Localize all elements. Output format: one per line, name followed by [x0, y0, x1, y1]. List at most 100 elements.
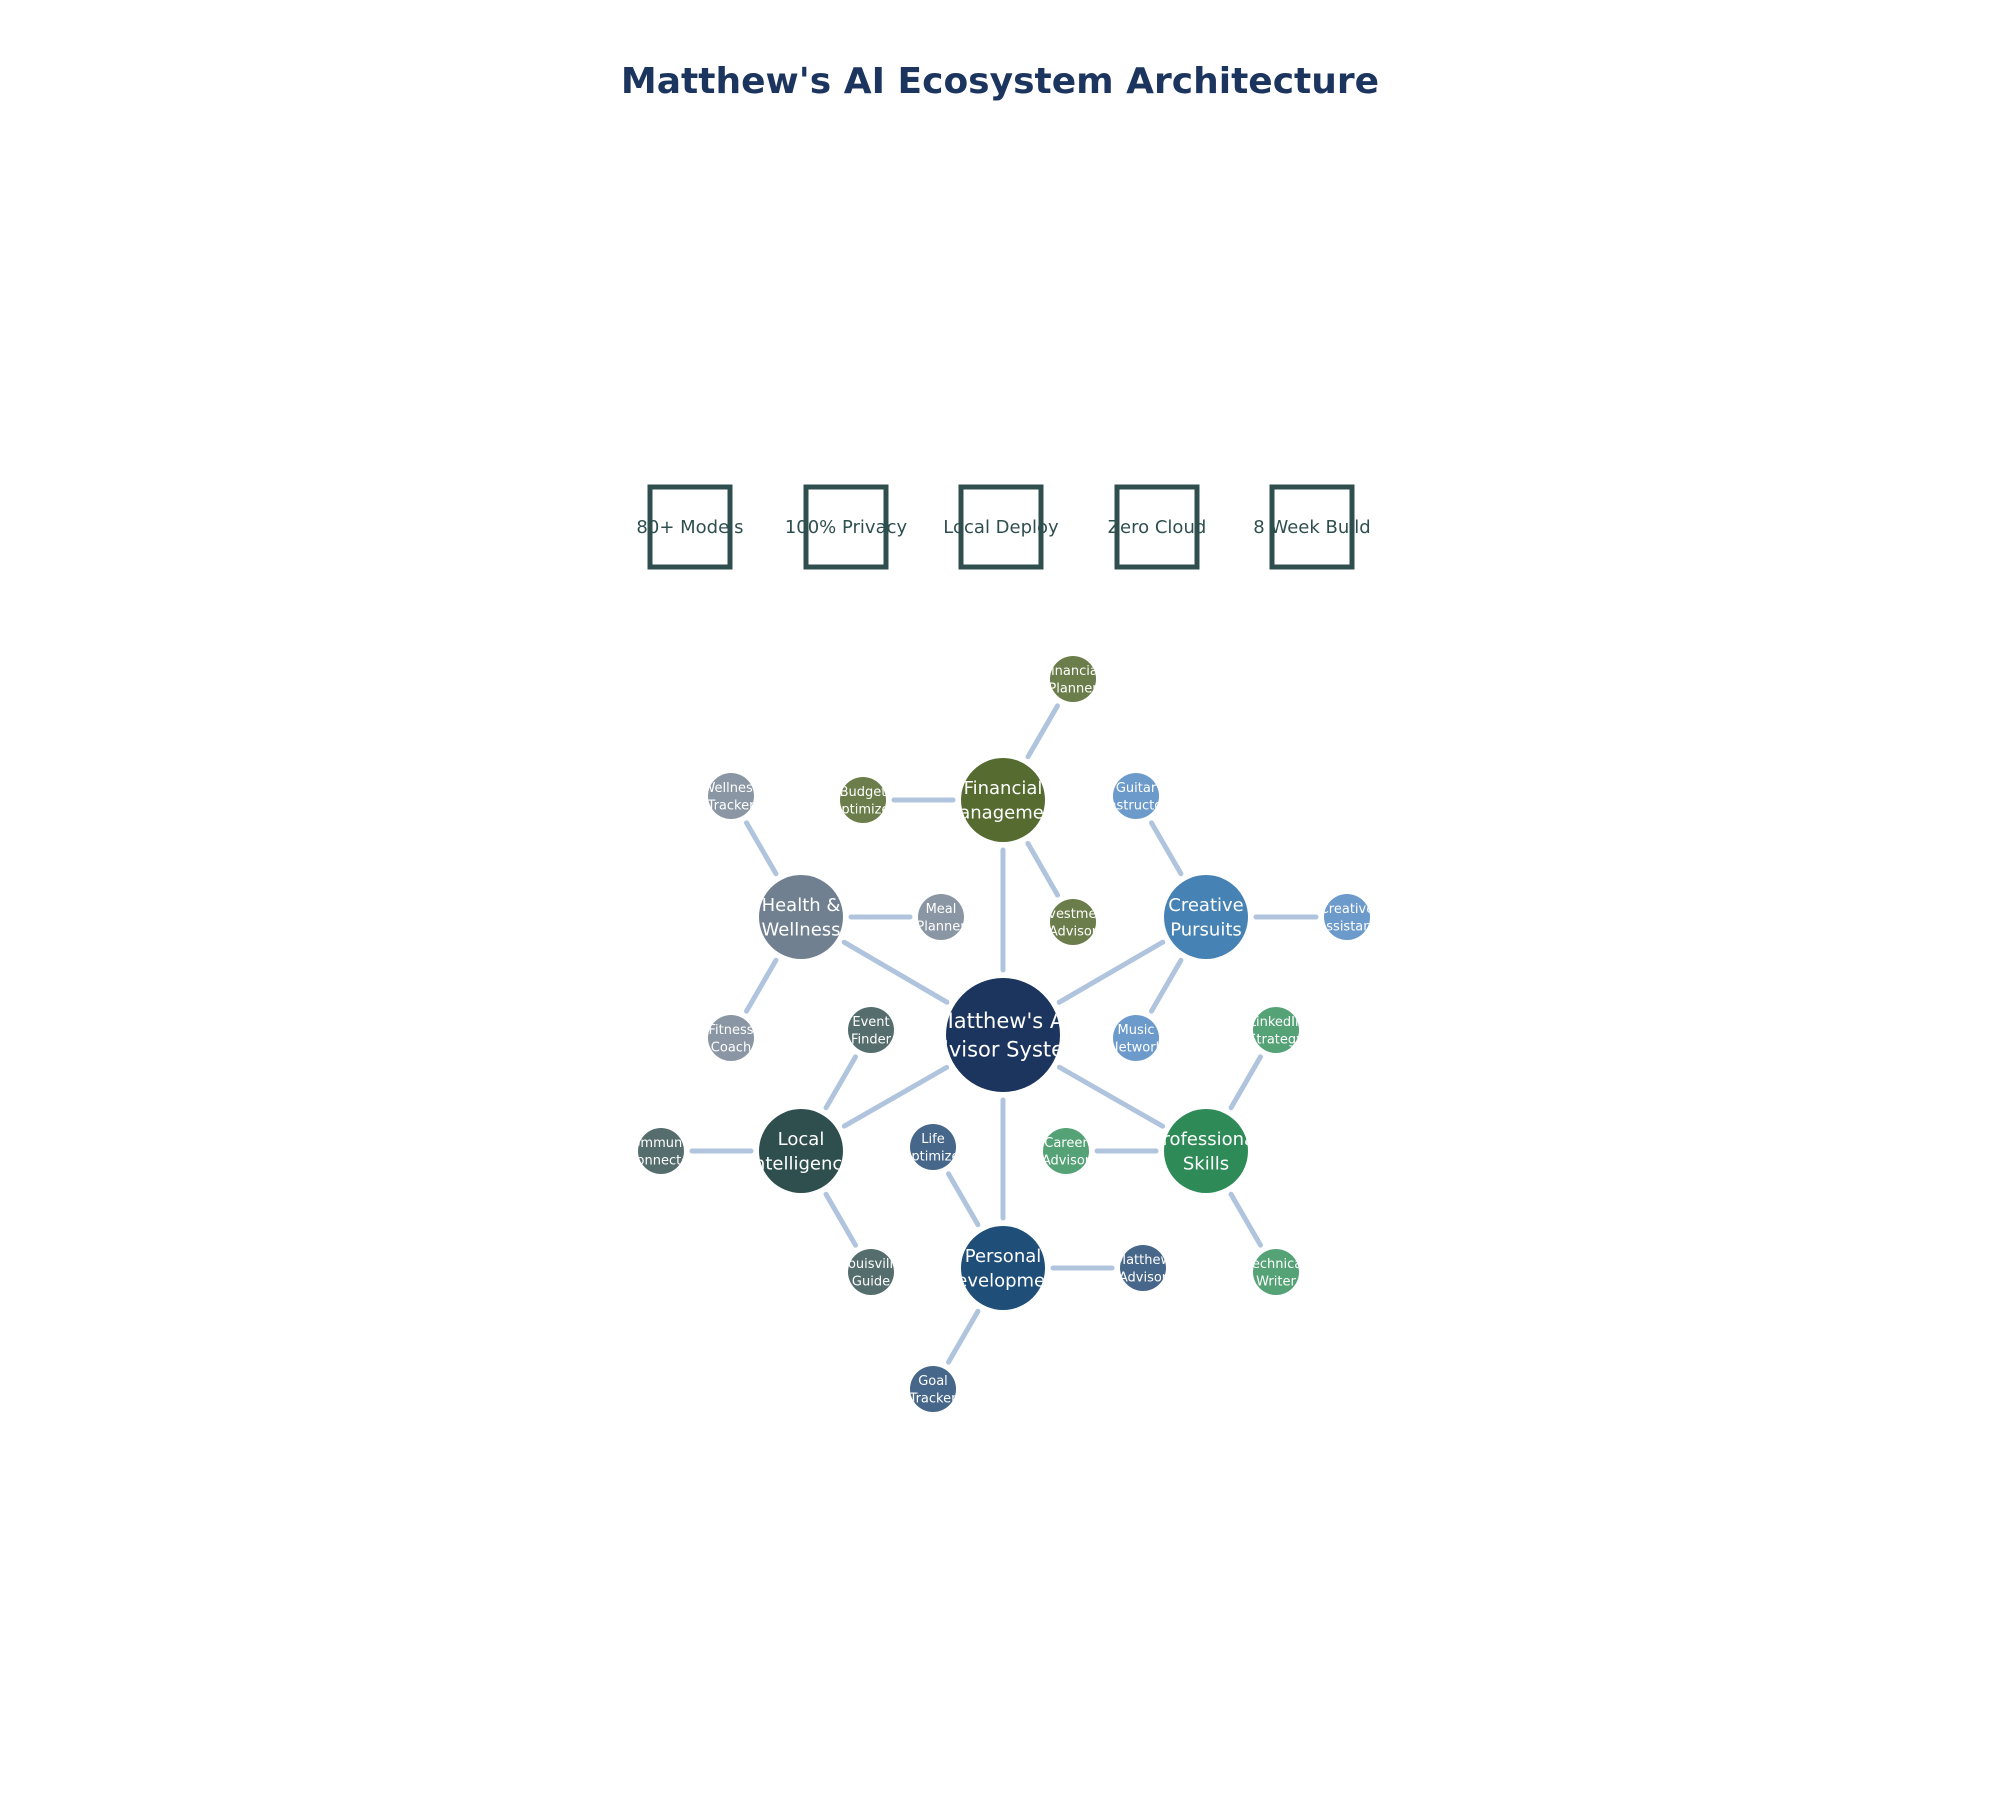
node-label: Matthew's AI — [936, 1009, 1071, 1033]
agent-node-linkedin-strategy[interactable]: LinkedIn Strategy — [1248, 1007, 1304, 1053]
agent-node-goal-tracker[interactable]: Goal Tracker — [909, 1366, 958, 1412]
node-circle — [961, 758, 1045, 842]
node-label: Creative — [1320, 902, 1375, 917]
stat-label: Local Deploy — [943, 517, 1059, 538]
node-label: Optimizer — [831, 802, 895, 817]
stat-label: 100% Privacy — [785, 517, 908, 538]
category-node-personal[interactable]: Personal Development — [942, 1226, 1063, 1310]
stat-label: Zero Cloud — [1108, 517, 1207, 538]
node-label: Career — [1044, 1136, 1088, 1151]
agent-node-matthew-advisor[interactable]: Matthew Advisor — [1115, 1245, 1172, 1291]
node-label: Technical — [1245, 1257, 1306, 1272]
node-label: Planner — [1048, 681, 1098, 696]
agent-node-event-finder[interactable]: Event Finder — [848, 1007, 894, 1053]
node-label: Skills — [1183, 1153, 1229, 1174]
edge-professional-linkedin-strategy — [1228, 1054, 1263, 1111]
edge-professional-technical-writer — [1228, 1191, 1263, 1248]
agent-node-investment-advisor[interactable]: Investment Advisor — [1036, 899, 1110, 945]
node-label: Writer — [1256, 1274, 1296, 1289]
agent-node-louisville-guide[interactable]: Louisville Guide — [841, 1249, 901, 1295]
agent-node-meal-planner[interactable]: Meal Planner — [916, 894, 966, 940]
edge-financial-investment-advisor — [1025, 840, 1061, 898]
node-circle — [946, 978, 1060, 1092]
edge-creative-guitar-instructor — [1149, 820, 1184, 877]
stat-item: 100% Privacy — [785, 484, 908, 570]
node-label: Music — [1118, 1023, 1155, 1038]
node-circle — [1164, 1109, 1248, 1193]
category-node-financial[interactable]: Financial Management — [944, 758, 1063, 842]
agent-node-fitness-coach[interactable]: Fitness Coach — [708, 1015, 754, 1061]
node-label: Management — [944, 802, 1063, 823]
page-title: Matthew's AI Ecosystem Architecture — [621, 61, 1379, 102]
node-layer: Matthew's AI Advisor System Financial Manag… — [623, 656, 1376, 1412]
node-label: Finder — [851, 1032, 892, 1047]
node-label: Pursuits — [1170, 919, 1242, 940]
node-label: Event — [852, 1015, 889, 1030]
stat-item: Local Deploy — [943, 484, 1059, 570]
node-label: Assistant — [1317, 919, 1376, 934]
edge-financial-financial-planner — [1025, 703, 1060, 760]
agent-node-financial-planner[interactable]: Financial Planner — [1045, 656, 1102, 702]
edge-local-louisville-guide — [823, 1191, 858, 1248]
node-label: Tracker — [707, 798, 756, 813]
node-label: Wellness — [761, 919, 840, 940]
agent-node-career-advisor[interactable]: Career Advisor — [1042, 1128, 1091, 1174]
node-label: Advisor — [1049, 924, 1098, 939]
node-label: Development — [942, 1270, 1063, 1291]
agent-node-wellness-tracker[interactable]: Wellness Tracker — [702, 773, 759, 819]
node-label: LinkedIn — [1249, 1015, 1303, 1030]
edge-center-creative — [1056, 939, 1166, 1005]
node-circle — [961, 1226, 1045, 1310]
node-label: Instructor — [1104, 798, 1168, 813]
edge-center-local — [841, 1064, 950, 1129]
edge-center-professional — [1056, 1064, 1166, 1129]
stat-item: 80+ Models — [636, 484, 744, 570]
node-label: Optimizer — [901, 1149, 965, 1164]
node-label: Professional — [1152, 1129, 1260, 1150]
node-label: Financial — [964, 778, 1043, 799]
category-node-local[interactable]: Local Intelligence — [749, 1109, 854, 1193]
agent-node-life-optimizer[interactable]: Life Optimizer — [901, 1124, 965, 1170]
node-label: Planner — [916, 919, 966, 934]
node-label: Creative — [1168, 895, 1243, 916]
node-label: Advisor — [1042, 1153, 1091, 1168]
category-node-creative[interactable]: Creative Pursuits — [1164, 875, 1248, 959]
node-label: Coach — [711, 1040, 751, 1055]
node-label: Life — [921, 1132, 944, 1147]
node-label: Financial — [1045, 664, 1102, 679]
stats-row: 80+ Models 100% Privacy Local Deploy Zero C… — [636, 484, 1371, 570]
edge-creative-music-network — [1149, 957, 1184, 1014]
node-label: Louisville — [841, 1257, 901, 1272]
edge-personal-life-optimizer — [946, 1171, 981, 1228]
node-circle — [759, 1109, 843, 1193]
node-label: Matthew — [1115, 1253, 1172, 1268]
stat-item: Zero Cloud — [1108, 484, 1207, 570]
node-label: Goal — [918, 1374, 948, 1389]
edge-personal-goal-tracker — [946, 1308, 981, 1365]
center-node[interactable]: Matthew's AI Advisor System — [922, 978, 1085, 1092]
stat-item: 8 Week Build — [1253, 484, 1371, 570]
stat-label: 8 Week Build — [1253, 517, 1370, 538]
stat-label: 80+ Models — [636, 517, 743, 538]
agent-node-guitar-instructor[interactable]: Guitar Instructor — [1104, 773, 1168, 819]
node-label: Guitar — [1116, 781, 1157, 796]
edge-local-event-finder — [823, 1054, 858, 1111]
agent-node-technical-writer[interactable]: Technical Writer — [1245, 1249, 1306, 1295]
node-label: Wellness — [702, 781, 759, 796]
node-label: Meal — [926, 902, 957, 917]
node-label: Strategy — [1248, 1032, 1304, 1047]
agent-node-community-connector[interactable]: Community Connector — [623, 1128, 699, 1174]
node-label: Guide — [852, 1274, 890, 1289]
agent-node-music-network[interactable]: Music Network — [1109, 1015, 1164, 1061]
category-node-professional[interactable]: Professional Skills — [1152, 1109, 1260, 1193]
node-circle — [759, 875, 843, 959]
node-label: Local — [778, 1129, 825, 1150]
edge-center-health — [841, 939, 950, 1005]
node-label: Health & — [762, 895, 841, 916]
node-label: Personal — [965, 1246, 1042, 1267]
node-circle — [1164, 875, 1248, 959]
agent-node-creative-assistant[interactable]: Creative Assistant — [1317, 894, 1376, 940]
ecosystem-diagram: Matthew's AI Ecosystem Architecture 80+ … — [621, 61, 1379, 1412]
category-node-health[interactable]: Health & Wellness — [759, 875, 843, 959]
agent-node-budget-optimizer[interactable]: Budget Optimizer — [831, 777, 895, 823]
